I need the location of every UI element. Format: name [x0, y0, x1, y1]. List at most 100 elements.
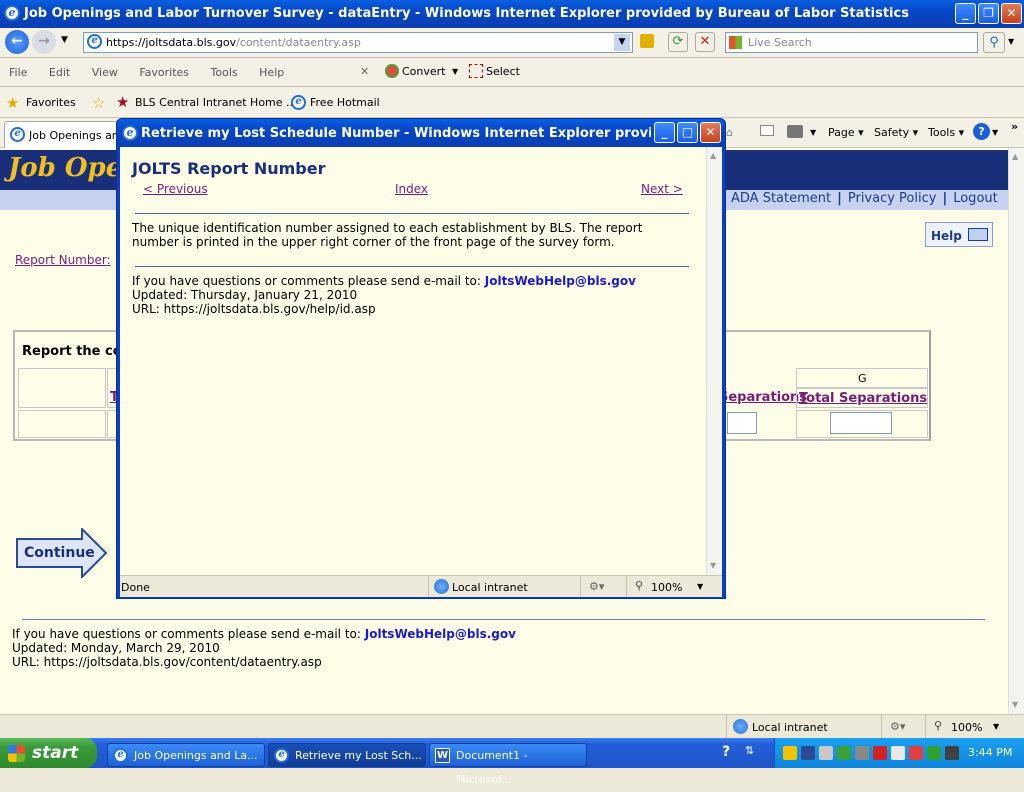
tray-icon-10[interactable]	[945, 746, 959, 760]
popup-maximize-icon[interactable]: □	[677, 122, 698, 143]
tray-icon-9[interactable]	[927, 746, 941, 760]
convert-button[interactable]: Convert	[402, 65, 446, 78]
search-placeholder: Live Search	[748, 36, 812, 49]
address-field[interactable]: e https://joltsdata.bls.gov/content/data…	[83, 32, 633, 53]
close-toolbar-icon[interactable]: ✕	[360, 65, 369, 78]
history-dropdown-icon[interactable]: ▼	[61, 35, 68, 45]
menu-favorites[interactable]: Favorites	[139, 66, 189, 79]
popup-scroll-down-icon[interactable]: ▼	[710, 561, 716, 570]
popup-previous-link[interactable]: < Previous	[143, 182, 208, 196]
popup-index-link[interactable]: Index	[395, 182, 428, 196]
task-job-openings[interactable]: e Job Openings and La...	[107, 743, 265, 767]
safety-menu[interactable]: Safety ▾	[874, 126, 918, 139]
scroll-down-icon[interactable]: ▼	[1012, 700, 1018, 709]
clock[interactable]: 3:44 PM	[968, 746, 1012, 759]
select-icon	[469, 64, 483, 78]
tray-icons[interactable]	[781, 746, 961, 763]
print-icon[interactable]	[787, 125, 803, 138]
main-scrollbar[interactable]: ▲ ▼	[1008, 148, 1024, 714]
search-icon[interactable]: ⚲	[983, 32, 1005, 53]
popup-status-zoom: 100%	[651, 581, 683, 594]
search-field[interactable]: Live Search	[725, 32, 978, 53]
refresh-icon[interactable]: ⟳	[668, 32, 688, 52]
scroll-up-icon[interactable]: ▲	[1012, 152, 1018, 161]
popup-protected-cell[interactable]: ⚙▾	[580, 576, 626, 597]
ada-statement-link[interactable]: ADA Statement	[731, 191, 831, 206]
menu-help[interactable]: Help	[259, 66, 284, 79]
taskbar-help-icon[interactable]: ?	[722, 744, 730, 760]
report-number-link[interactable]: Report Number:	[15, 253, 111, 267]
tray-icon-1[interactable]	[783, 746, 797, 760]
tray-icon-5[interactable]	[855, 746, 869, 760]
close-icon[interactable]: ✕	[1001, 3, 1022, 24]
tools-menu[interactable]: Tools ▾	[928, 126, 964, 139]
zoom-cell[interactable]: ⚲ 100% ▼	[925, 715, 1024, 738]
popup-next-link[interactable]: Next >	[641, 182, 683, 196]
menu-tools[interactable]: Tools	[211, 66, 238, 79]
address-host: https://joltsdata.bls.gov	[106, 36, 237, 49]
col-g-input[interactable]	[830, 412, 892, 434]
menu-file[interactable]: File	[9, 66, 27, 79]
task-retrieve[interactable]: e Retrieve my Lost Sch...	[268, 743, 426, 767]
popup-scrollbar[interactable]: ▲ ▼	[706, 147, 722, 575]
minimize-icon[interactable]: _	[955, 3, 976, 24]
select-button[interactable]: Select	[486, 65, 520, 78]
protected-mode-cell[interactable]: ⚙▾	[881, 715, 925, 738]
mail-icon[interactable]	[760, 125, 774, 136]
home-icon[interactable]: ⌂	[726, 126, 733, 139]
privacy-policy-link[interactable]: Privacy Policy	[848, 191, 937, 206]
fav-link-bls[interactable]: BLS Central Intranet Home ...	[135, 96, 297, 109]
continue-button[interactable]: Continue	[16, 528, 108, 578]
tray-icon-8[interactable]	[909, 746, 923, 760]
start-button[interactable]: start	[0, 738, 97, 768]
task-document1[interactable]: W Document1 - Microsof...	[429, 743, 587, 786]
popup-scroll-up-icon[interactable]: ▲	[710, 151, 716, 160]
back-button[interactable]: ←	[5, 30, 29, 54]
print-dropdown-icon[interactable]: ▼	[810, 128, 816, 137]
search-options-icon[interactable]: ▼	[1008, 37, 1014, 46]
tab-job-openings[interactable]: e Job Openings and ...	[4, 121, 118, 148]
menu-view[interactable]: View	[92, 66, 118, 79]
col-g-header: G	[796, 368, 928, 388]
restore-icon[interactable]: ❐	[978, 3, 999, 24]
main-title-bar[interactable]: e Job Openings and Labor Turnover Survey…	[0, 0, 1024, 28]
popup-zoom-dropdown-icon[interactable]: ▼	[697, 582, 703, 591]
logout-link[interactable]: Logout	[953, 191, 998, 206]
tray-icon-3[interactable]	[819, 746, 833, 760]
col-f-link[interactable]: Separations	[719, 390, 807, 405]
tray-icon-4[interactable]	[837, 746, 851, 760]
popup-zoom-cell[interactable]: ⚲ 100% ▼	[626, 576, 722, 597]
help-dropdown-icon[interactable]: ▼	[992, 128, 998, 137]
footer-email-link[interactable]: JoltsWebHelp@bls.gov	[365, 627, 516, 641]
help-button[interactable]: Help	[925, 222, 993, 247]
popup-email-link[interactable]: JoltsWebHelp@bls.gov	[485, 274, 636, 288]
popup-title-bar[interactable]: e Retrieve my Lost Schedule Number - Win…	[117, 119, 725, 147]
convert-dropdown-icon[interactable]: ▼	[452, 67, 458, 76]
taskbar-updown-icon[interactable]: ⇅	[745, 744, 754, 757]
stop-icon[interactable]: ✕	[695, 32, 715, 52]
col-f-input[interactable]	[727, 412, 757, 434]
help-icon[interactable]: ?	[973, 123, 990, 140]
menu-edit[interactable]: Edit	[49, 66, 70, 79]
zoom-dropdown-icon[interactable]: ▼	[993, 722, 999, 731]
overflow-chevron-icon[interactable]: »	[1011, 120, 1018, 133]
menu-bar: File Edit View Favorites Tools Help ✕ Co…	[0, 58, 1024, 87]
fav-link-hotmail[interactable]: Free Hotmail	[310, 96, 380, 109]
lock-icon[interactable]	[640, 34, 654, 48]
help-button-label: Help	[931, 229, 962, 243]
favorites-button[interactable]: Favorites	[26, 96, 76, 109]
tray-icon-7[interactable]	[891, 746, 905, 760]
page-menu[interactable]: Page ▾	[828, 126, 864, 139]
add-favorite-icon[interactable]: ☆	[92, 94, 105, 112]
tray-icon-2[interactable]	[801, 746, 815, 760]
task-label-1: Job Openings and La...	[134, 749, 258, 762]
forward-button[interactable]: →	[32, 30, 56, 54]
popup-minimize-icon[interactable]: _	[654, 122, 675, 143]
tray-icon-6[interactable]	[873, 746, 887, 760]
popup-status-bar: Done Local intranet ⚙▾ ⚲ 100% ▼	[120, 575, 722, 597]
col-g-link[interactable]: Total Separations	[799, 391, 927, 406]
popup-close-icon[interactable]: ✕	[700, 122, 721, 143]
address-dropdown-icon[interactable]: ▼	[614, 34, 630, 51]
bls-star-icon: ★	[116, 93, 130, 111]
popup-heading: JOLTS Report Number	[132, 159, 326, 178]
